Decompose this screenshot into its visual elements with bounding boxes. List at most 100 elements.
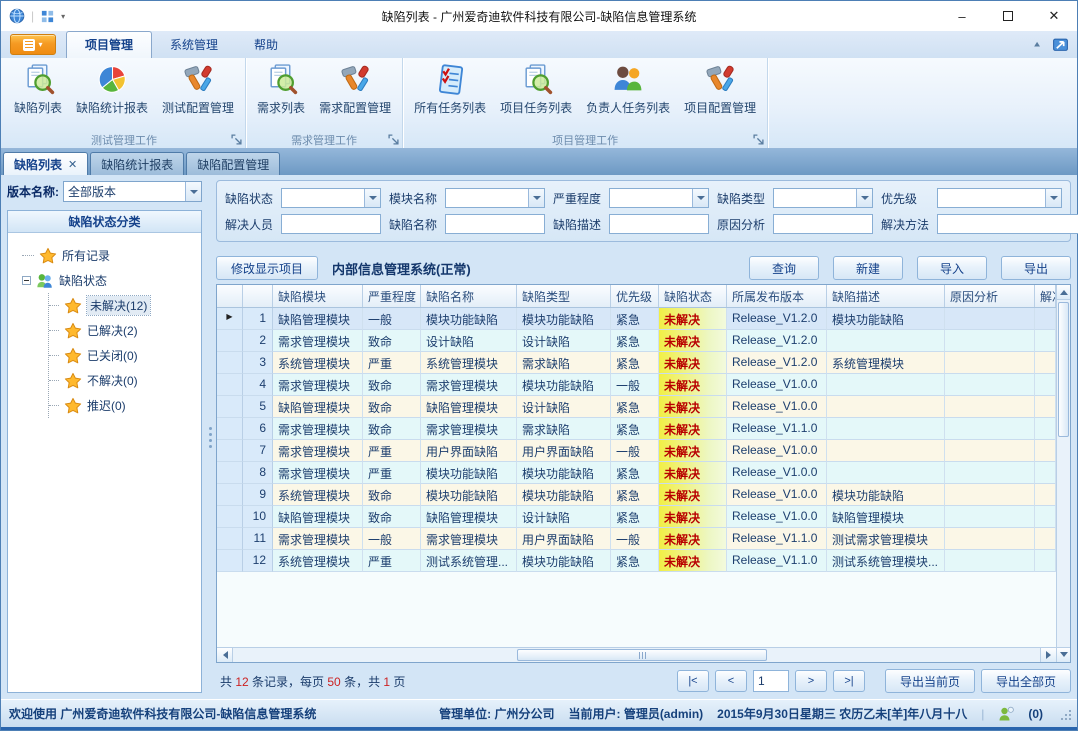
cell-defect-name[interactable]: 测试系统管理... [421,550,517,572]
table-row[interactable]: 4 需求管理模块 致命 需求管理模块 模块功能缺陷 一般 未解决 Release… [217,374,1056,396]
cell-defect-desc[interactable]: 测试需求管理模块 [827,528,945,550]
cell-defect-status[interactable]: 未解决 [659,330,727,352]
cell-defect-name[interactable]: 用户界面缺陷 [421,440,517,462]
cell-severity[interactable]: 严重 [363,352,421,374]
cell-severity[interactable]: 致命 [363,418,421,440]
cell-cause-analysis[interactable] [945,484,1035,506]
cell-solution[interactable] [1035,374,1056,396]
tree-item-closed[interactable]: 已关闭(0) [49,343,195,368]
cell-defect-desc[interactable] [827,462,945,484]
cell-defect-name[interactable]: 设计缺陷 [421,330,517,352]
cell-priority[interactable]: 一般 [611,528,659,550]
table-row[interactable]: 6 需求管理模块 致命 需求管理模块 需求缺陷 紧急 未解决 Release_V… [217,418,1056,440]
cell-cause-analysis[interactable] [945,550,1035,572]
cell-defect-desc[interactable]: 系统管理模块 [827,352,945,374]
export-current-page-button[interactable]: 导出当前页 [885,669,975,693]
cell-defect-module[interactable]: 缺陷管理模块 [273,506,363,528]
cell-defect-desc[interactable] [827,330,945,352]
filter-defect-desc-input[interactable] [609,214,709,234]
table-row[interactable]: 11 需求管理模块 一般 需求管理模块 用户界面缺陷 一般 未解决 Releas… [217,528,1056,550]
filter-solution-input[interactable] [937,214,1078,234]
tree-collapse-icon[interactable] [22,276,31,285]
tree-item-all-records[interactable]: 所有记录 [22,243,195,268]
cell-defect-status[interactable]: 未解决 [659,550,727,572]
vertical-scrollbar[interactable] [1056,285,1070,662]
ribbon-button-all-tasks[interactable]: 所有任务列表 [407,60,493,118]
version-combobox[interactable]: 全部版本 [63,181,202,202]
ribbon-collapse-icon[interactable]: ▲ [1032,40,1042,49]
chevron-down-icon[interactable] [185,182,201,201]
cell-defect-module[interactable]: 需求管理模块 [273,330,363,352]
filter-cause-analysis-input[interactable] [773,214,873,234]
table-row[interactable]: 5 缺陷管理模块 致命 缺陷管理模块 设计缺陷 紧急 未解决 Release_V… [217,396,1056,418]
cell-defect-desc[interactable]: 缺陷管理模块 [827,506,945,528]
cell-defect-module[interactable]: 系统管理模块 [273,352,363,374]
cell-defect-name[interactable]: 缺陷管理模块 [421,506,517,528]
doc-tab-defect-config[interactable]: 缺陷配置管理 [186,152,280,175]
cell-release[interactable]: Release_V1.0.0 [727,396,827,418]
pager-last-button[interactable]: >| [833,670,865,692]
export-all-pages-button[interactable]: 导出全部页 [981,669,1071,693]
tree-item-defect-status[interactable]: 缺陷状态 [22,268,195,293]
scrollbar-thumb[interactable] [1058,302,1069,437]
header-severity[interactable]: 严重程度 [363,285,421,307]
filter-priority-combo[interactable] [937,188,1062,208]
cell-cause-analysis[interactable] [945,418,1035,440]
page-number-input[interactable] [753,670,789,692]
cell-defect-module[interactable]: 缺陷管理模块 [273,396,363,418]
cell-defect-status[interactable]: 未解决 [659,528,727,550]
cell-cause-analysis[interactable] [945,506,1035,528]
table-row[interactable]: 8 需求管理模块 严重 模块功能缺陷 模块功能缺陷 紧急 未解决 Release… [217,462,1056,484]
dialog-launcher-icon[interactable] [753,134,764,145]
ribbon-button-requirement-list[interactable]: 需求列表 [250,60,312,118]
cell-solution[interactable] [1035,462,1056,484]
cell-defect-desc[interactable]: 模块功能缺陷 [827,308,945,330]
pager-prev-button[interactable]: < [715,670,747,692]
cell-severity[interactable]: 一般 [363,528,421,550]
table-row[interactable]: 10 缺陷管理模块 致命 缺陷管理模块 设计缺陷 紧急 未解决 Release_… [217,506,1056,528]
doc-tab-defect-report[interactable]: 缺陷统计报表 [90,152,184,175]
cell-priority[interactable]: 紧急 [611,418,659,440]
ribbon-button-owner-tasks[interactable]: 负责人任务列表 [579,60,677,118]
cell-defect-desc[interactable] [827,374,945,396]
ribbon-tab-help[interactable]: 帮助 [236,32,296,58]
cell-release[interactable]: Release_V1.2.0 [727,308,827,330]
cell-solution[interactable] [1035,418,1056,440]
scroll-left-icon[interactable] [217,648,233,662]
cell-release[interactable]: Release_V1.1.0 [727,418,827,440]
cell-defect-status[interactable]: 未解决 [659,440,727,462]
cell-defect-module[interactable]: 需求管理模块 [273,440,363,462]
cell-defect-name[interactable]: 模块功能缺陷 [421,462,517,484]
cell-cause-analysis[interactable] [945,330,1035,352]
dialog-launcher-icon[interactable] [231,134,242,145]
ribbon-button-test-config[interactable]: 测试配置管理 [155,60,241,118]
ribbon-button-defect-list[interactable]: 缺陷列表 [7,60,69,118]
scrollbar-thumb[interactable] [517,649,767,661]
header-priority[interactable]: 优先级 [611,285,659,307]
table-row[interactable]: 12 系统管理模块 严重 测试系统管理... 模块功能缺陷 紧急 未解决 Rel… [217,550,1056,572]
cell-priority[interactable]: 紧急 [611,330,659,352]
header-cause-analysis[interactable]: 原因分析 [945,285,1035,307]
cell-defect-status[interactable]: 未解决 [659,418,727,440]
header-defect-type[interactable]: 缺陷类型 [517,285,611,307]
cell-release[interactable]: Release_V1.0.0 [727,506,827,528]
minimize-button[interactable]: – [939,1,985,31]
ribbon-button-project-tasks[interactable]: 项目任务列表 [493,60,579,118]
cell-solution[interactable] [1035,308,1056,330]
ribbon-button-requirement-config[interactable]: 需求配置管理 [312,60,398,118]
cell-solution[interactable] [1035,528,1056,550]
cell-defect-desc[interactable] [827,440,945,462]
header-defect-status[interactable]: 缺陷状态 [659,285,727,307]
cell-defect-module[interactable]: 系统管理模块 [273,484,363,506]
cell-defect-name[interactable]: 模块功能缺陷 [421,484,517,506]
cell-release[interactable]: Release_V1.0.0 [727,462,827,484]
cell-defect-desc[interactable]: 测试系统管理模块... [827,550,945,572]
ribbon-button-project-config[interactable]: 项目配置管理 [677,60,763,118]
chevron-down-icon[interactable] [1045,189,1061,207]
cell-severity[interactable]: 致命 [363,330,421,352]
cell-cause-analysis[interactable] [945,308,1035,330]
cell-defect-module[interactable]: 缺陷管理模块 [273,308,363,330]
cell-defect-type[interactable]: 模块功能缺陷 [517,374,611,396]
cell-severity[interactable]: 严重 [363,462,421,484]
cell-defect-type[interactable]: 模块功能缺陷 [517,484,611,506]
